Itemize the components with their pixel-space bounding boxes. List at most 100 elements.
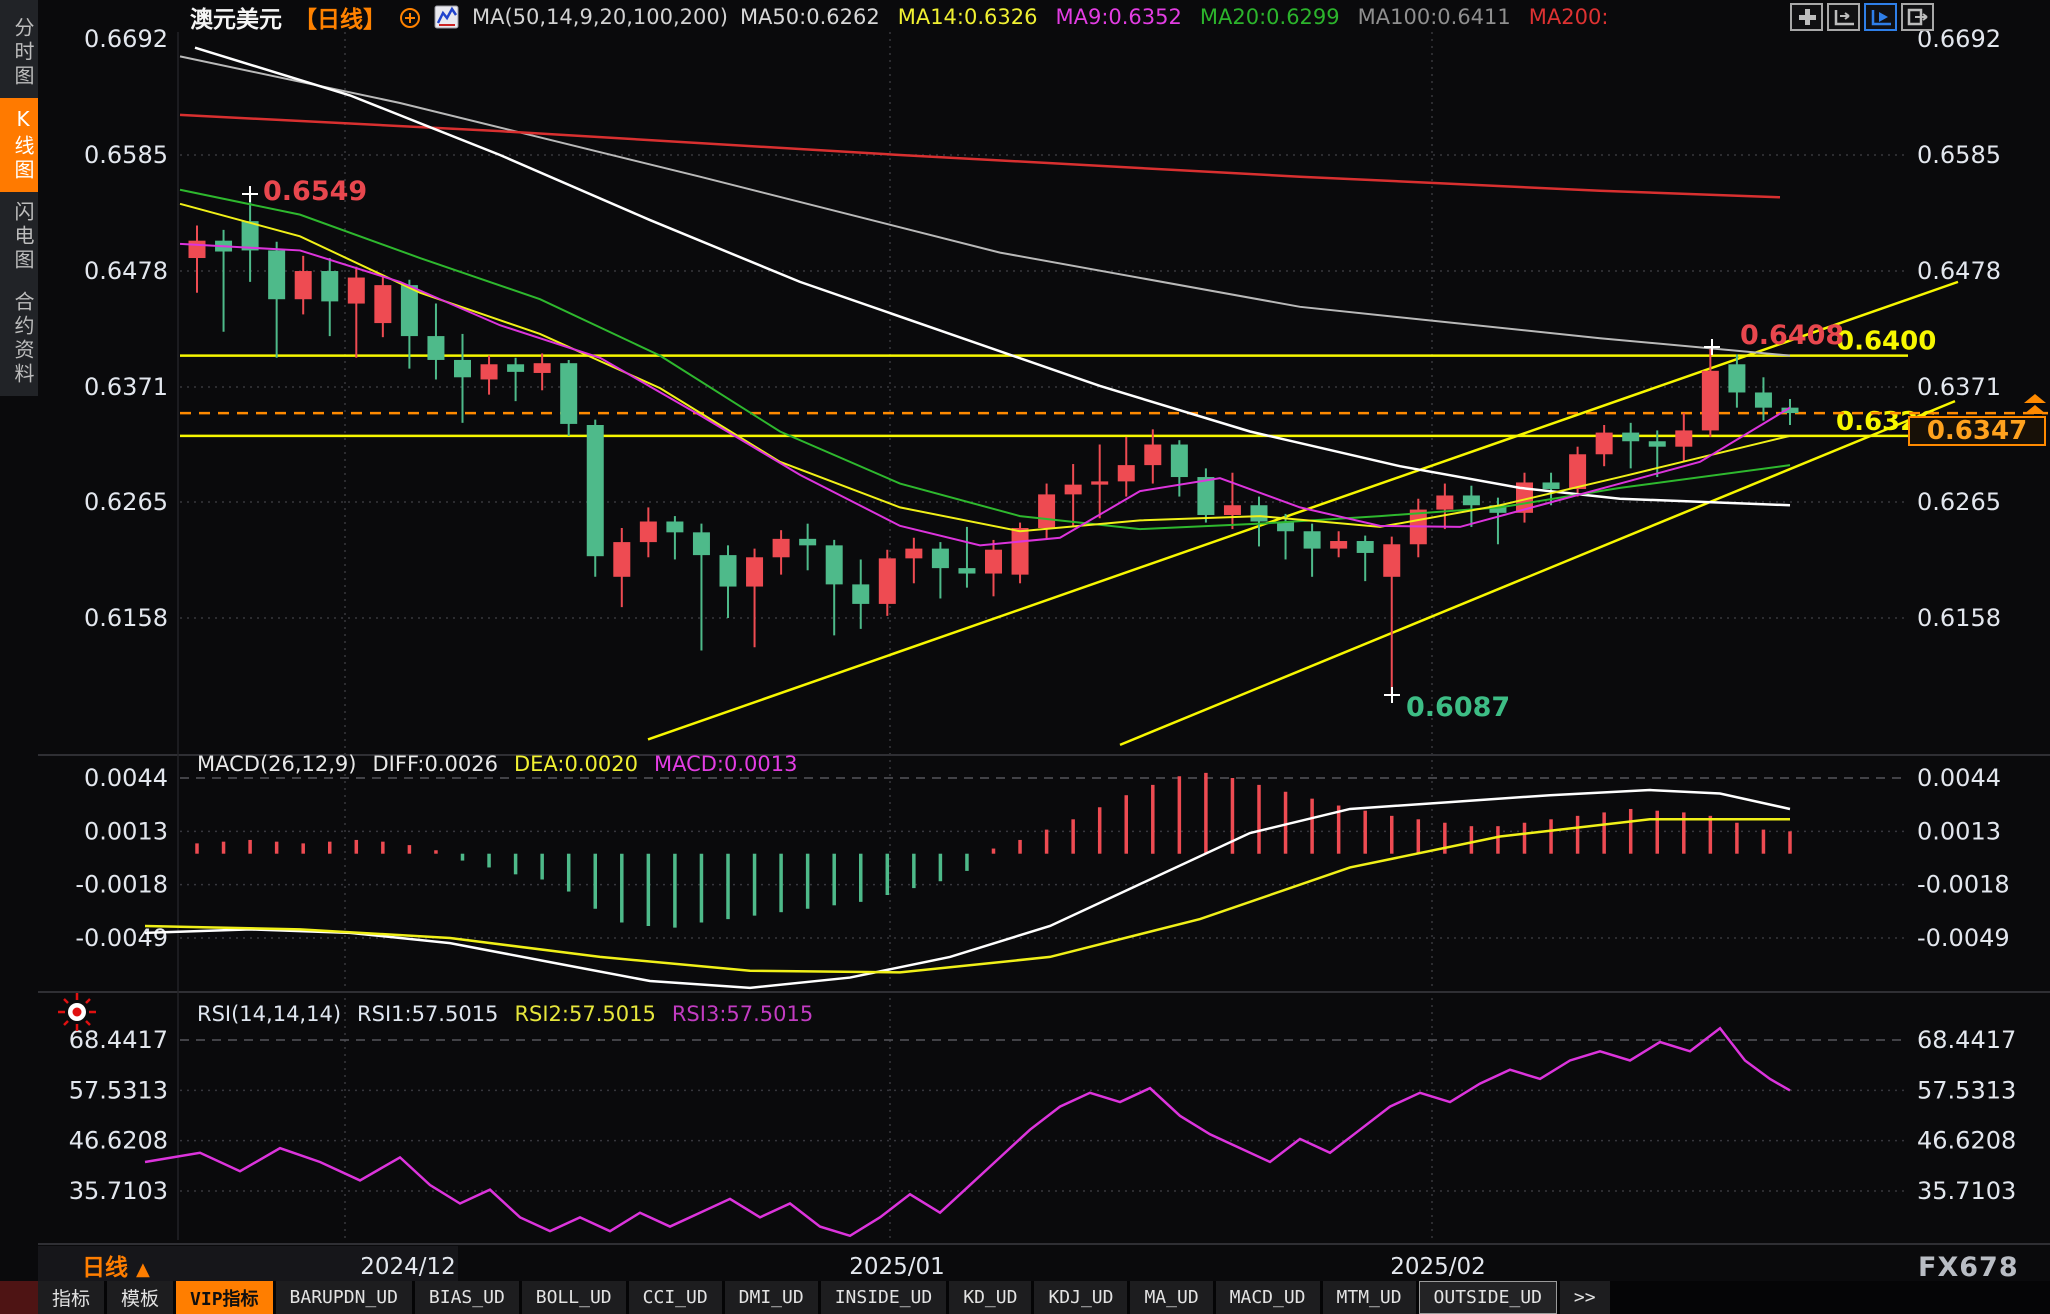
candle-body (852, 584, 869, 604)
period-label[interactable]: 日线▲ (82, 1248, 150, 1282)
candle-body (1171, 445, 1188, 478)
sidebar-item-0[interactable]: 分时图 (0, 8, 38, 98)
tab-cci_ud[interactable]: CCI_UD (629, 1281, 722, 1314)
sidebar: 分时图K线图闪电图合约资料 (0, 0, 38, 1314)
candle-body (1569, 454, 1586, 489)
macd-header-item: DIFF:0.0026 (373, 752, 498, 776)
toolbar (1790, 3, 1934, 31)
macd-header-item: MACD:0.0013 (654, 752, 798, 776)
tab-macd_ud[interactable]: MACD_UD (1216, 1281, 1320, 1314)
axis-label: -0.0049 (75, 924, 168, 952)
axis-label: 0.0044 (84, 764, 168, 792)
tab-dmi_ud[interactable]: DMI_UD (725, 1281, 818, 1314)
rsi-header-item: RSI3:57.5015 (672, 1002, 813, 1026)
period-arrow-icon: ▲ (136, 1259, 150, 1280)
candle-body (799, 539, 816, 546)
tab-barupdn_ud[interactable]: BARUPDN_UD (276, 1281, 412, 1314)
price-up-arrows-icon (2020, 394, 2050, 418)
ma-settings[interactable]: MA(50,14,9,20,100,200) (472, 5, 728, 29)
period-tag[interactable]: 【日线】 (294, 0, 386, 34)
candle-body (1383, 544, 1400, 577)
candle-body (1012, 528, 1029, 575)
current-price-value: 0.6347 (1927, 416, 2027, 446)
candle-body (1622, 433, 1639, 442)
candle-body (932, 549, 949, 569)
axis-label: 0.6585 (1917, 141, 2001, 169)
candle-body (693, 532, 710, 555)
candle-body (1463, 495, 1480, 505)
tab-vip-[interactable]: VIP指标 (176, 1281, 273, 1314)
axis-label: 46.6208 (69, 1127, 168, 1155)
add-overlay-icon[interactable] (398, 5, 422, 29)
candle-body (666, 522, 683, 533)
hline-label: 0.6400 (1836, 327, 1936, 357)
axis-label: 0.6158 (1917, 604, 2001, 632)
candle-body (481, 364, 498, 379)
symbol-title: 澳元美元 (190, 0, 282, 34)
axis-label: 0.6158 (84, 604, 168, 632)
candle-body (1224, 505, 1241, 515)
date-label: 2024/12 (360, 1254, 456, 1280)
axis-label: 0.6478 (84, 257, 168, 285)
candle-body (1330, 541, 1347, 549)
candle-body (985, 550, 1002, 574)
tab-bias_ud[interactable]: BIAS_UD (415, 1281, 519, 1314)
date-label: 2025/01 (849, 1254, 945, 1280)
axis-label: 0.0044 (1917, 764, 2001, 792)
candle-body (427, 336, 444, 360)
tab-kdj_ud[interactable]: KDJ_UD (1034, 1281, 1127, 1314)
candle-body (587, 425, 604, 556)
ma-values: MA50:0.6262MA14:0.6326MA9:0.6352MA20:0.6… (740, 5, 1608, 29)
chart-canvas[interactable]: 0.64000.63260.65490.64080.60870.66920.66… (0, 0, 2050, 1314)
candle-body (1596, 433, 1613, 455)
chart-header: 澳元美元 【日线】 MA(50,14,9,20,100,200) MA50:0.… (190, 2, 1608, 32)
tab--[interactable]: 指标 (38, 1281, 104, 1314)
axis-play-icon[interactable] (1864, 3, 1897, 31)
candle-body (640, 522, 657, 543)
candle-body (1649, 441, 1666, 446)
tab-outside_ud[interactable]: OUTSIDE_UD (1419, 1281, 1557, 1314)
tab-kd_ud[interactable]: KD_UD (949, 1281, 1031, 1314)
candle-body (348, 278, 365, 304)
tab--[interactable]: >> (1560, 1281, 1610, 1314)
trading-app-window: 0.64000.63260.65490.64080.60870.66920.66… (0, 0, 2050, 1314)
axis-label: 0.6371 (1917, 373, 2001, 401)
tab-boll_ud[interactable]: BOLL_UD (522, 1281, 626, 1314)
candle-body (613, 542, 630, 577)
ma-value: MA9:0.6352 (1055, 5, 1181, 29)
candle-body (295, 271, 312, 299)
candle-body (905, 549, 922, 559)
ma-value: MA20:0.6299 (1200, 5, 1340, 29)
candle-body (374, 285, 391, 323)
axis-label: 0.6371 (84, 373, 168, 401)
tab-mtm_ud[interactable]: MTM_UD (1323, 1281, 1416, 1314)
axis-label: 46.6208 (1917, 1127, 2016, 1155)
tab-ma_ud[interactable]: MA_UD (1130, 1281, 1212, 1314)
candle-body (1251, 505, 1268, 521)
rsi-header: RSI(14,14,14)RSI1:57.5015RSI2:57.5015RSI… (197, 1002, 813, 1026)
candle-body (1755, 392, 1772, 407)
crosshair-tool-icon[interactable] (1790, 3, 1823, 31)
tab-inside_ud[interactable]: INSIDE_UD (821, 1281, 947, 1314)
price-annotation: 0.6549 (263, 176, 367, 207)
sidebar-item-1[interactable]: K线图 (0, 98, 38, 192)
chart-type-icon[interactable] (434, 4, 460, 30)
tab--[interactable]: 模板 (107, 1281, 173, 1314)
candle-body (1728, 364, 1745, 392)
candle-body (1144, 445, 1161, 466)
candle-body (454, 360, 471, 377)
axis-scale-left-icon[interactable] (1827, 3, 1860, 31)
price-annotation: 0.6408 (1740, 320, 1844, 351)
macd-header-item: DEA:0.0020 (514, 752, 638, 776)
candle-body (879, 558, 896, 604)
alert-icon[interactable] (56, 991, 98, 1033)
sidebar-item-2[interactable]: 闪电图 (0, 192, 38, 282)
axis-label: -0.0018 (75, 871, 168, 899)
macd-header: MACD(26,12,9)DIFF:0.0026DEA:0.0020MACD:0… (197, 752, 797, 776)
sidebar-bottom-block (0, 1281, 38, 1314)
sidebar-item-3[interactable]: 合约资料 (0, 282, 38, 396)
ma-value: MA50:0.6262 (740, 5, 880, 29)
axis-label: 57.5313 (1917, 1076, 2016, 1104)
exit-chart-icon[interactable] (1901, 3, 1934, 31)
candle-body (746, 557, 763, 586)
